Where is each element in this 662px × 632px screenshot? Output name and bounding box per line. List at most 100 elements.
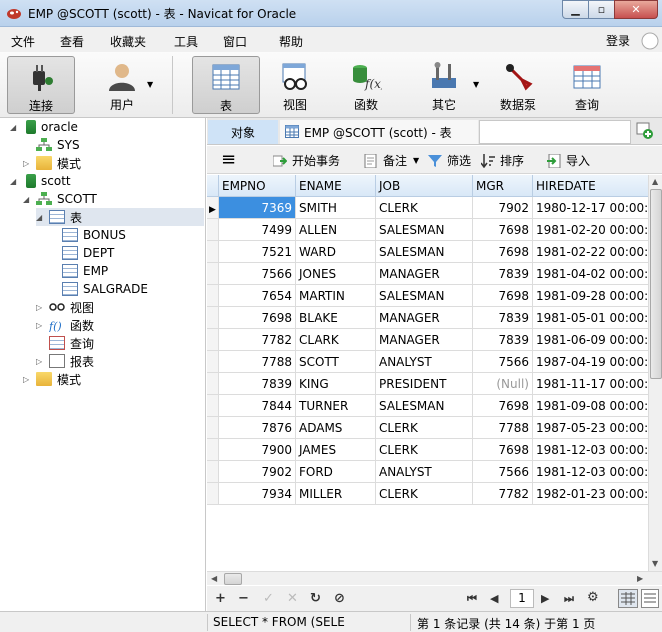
- menu-favorites[interactable]: 收藏夹: [110, 33, 146, 50]
- table-cell[interactable]: MANAGER: [376, 329, 473, 351]
- tree-node-queries[interactable]: 查询: [49, 334, 94, 352]
- table-cell[interactable]: 1980-12-17 00:00:0: [533, 197, 648, 219]
- refresh-button[interactable]: ↻: [310, 591, 321, 606]
- page-number-input[interactable]: 1: [510, 589, 534, 608]
- table-cell[interactable]: 7698: [473, 395, 533, 417]
- expand-arrow-icon[interactable]: ▷: [23, 375, 33, 384]
- stop-button[interactable]: ⊘: [334, 591, 345, 606]
- row-indicator[interactable]: [207, 395, 219, 417]
- tree-node-functions[interactable]: ▷ f() 函数: [36, 316, 94, 334]
- scroll-down-icon[interactable]: ▼: [652, 559, 658, 568]
- query-button[interactable]: 查询: [558, 56, 616, 114]
- table-row[interactable]: 7499 ALLEN SALESMAN 7698 1981-02-20 00:00:0: [207, 219, 648, 241]
- table-row[interactable]: 7521 WARD SALESMAN 7698 1981-02-22 00:00:0: [207, 241, 648, 263]
- table-row[interactable]: 7654 MARTIN SALESMAN 7698 1981-09-28 00:00:0: [207, 285, 648, 307]
- table-cell[interactable]: 1981-06-09 00:00:0: [533, 329, 648, 351]
- apply-changes-button[interactable]: ✓: [263, 591, 274, 606]
- menu-tools[interactable]: 工具: [174, 33, 198, 50]
- tree-item-bonus[interactable]: BONUS: [62, 226, 126, 244]
- first-page-button[interactable]: ⏮: [467, 592, 477, 606]
- prev-page-button[interactable]: ◀: [490, 592, 498, 605]
- table-row[interactable]: 7788 SCOTT ANALYST 7566 1987-04-19 00:00:0: [207, 351, 648, 373]
- horizontal-scrollbar[interactable]: ◀ ▶: [207, 571, 662, 585]
- column-header[interactable]: MGR: [473, 175, 533, 197]
- memo-dropdown-icon[interactable]: ▼: [413, 156, 419, 165]
- table-cell[interactable]: 7839: [473, 263, 533, 285]
- row-indicator[interactable]: [207, 417, 219, 439]
- memo-button[interactable]: 备注 ▼: [364, 152, 419, 169]
- table-cell[interactable]: 7566: [473, 461, 533, 483]
- table-row[interactable]: 7876 ADAMS CLERK 7788 1987-05-23 00:00:0: [207, 417, 648, 439]
- table-cell[interactable]: SALESMAN: [376, 241, 473, 263]
- table-cell[interactable]: 7839: [219, 373, 296, 395]
- menu-view[interactable]: 查看: [60, 33, 84, 50]
- row-indicator[interactable]: [207, 329, 219, 351]
- table-cell[interactable]: 1981-05-01 00:00:0: [533, 307, 648, 329]
- table-row[interactable]: ▶ 7369 SMITH CLERK 7902 1980-12-17 00:00:0: [207, 197, 648, 219]
- tab-objects[interactable]: 对象: [208, 120, 278, 144]
- table-cell[interactable]: 7788: [473, 417, 533, 439]
- sort-button[interactable]: 排序: [481, 152, 524, 169]
- close-button[interactable]: ✕: [614, 0, 658, 19]
- tree-item-emp[interactable]: EMP: [62, 262, 108, 280]
- table-row[interactable]: 7934 MILLER CLERK 7782 1982-01-23 00:00:0: [207, 483, 648, 505]
- table-row[interactable]: 7782 CLARK MANAGER 7839 1981-06-09 00:00:0: [207, 329, 648, 351]
- table-cell[interactable]: 7844: [219, 395, 296, 417]
- table-cell[interactable]: 7698: [219, 307, 296, 329]
- begin-transaction-button[interactable]: 开始事务: [273, 152, 340, 169]
- table-cell[interactable]: 7698: [473, 439, 533, 461]
- table-row[interactable]: 7839 KING PRESIDENT (Null) 1981-11-17 00:00:…: [207, 373, 648, 395]
- next-page-button[interactable]: ▶: [541, 592, 549, 605]
- table-cell[interactable]: PRESIDENT: [376, 373, 473, 395]
- table-cell[interactable]: JONES: [296, 263, 376, 285]
- table-cell[interactable]: ALLEN: [296, 219, 376, 241]
- scroll-right-icon[interactable]: ▶: [637, 574, 643, 583]
- table-cell[interactable]: ANALYST: [376, 461, 473, 483]
- table-cell[interactable]: SALESMAN: [376, 219, 473, 241]
- table-cell[interactable]: 1987-05-23 00:00:0: [533, 417, 648, 439]
- table-cell[interactable]: 7900: [219, 439, 296, 461]
- table-cell[interactable]: 1981-12-03 00:00:0: [533, 461, 648, 483]
- row-indicator[interactable]: [207, 307, 219, 329]
- table-cell[interactable]: SALESMAN: [376, 395, 473, 417]
- delete-record-button[interactable]: −: [238, 591, 249, 606]
- row-indicator[interactable]: [207, 439, 219, 461]
- connect-button[interactable]: 连接: [7, 56, 75, 114]
- vertical-scroll-thumb[interactable]: [650, 189, 662, 379]
- table-cell[interactable]: (Null): [473, 373, 533, 395]
- discard-changes-button[interactable]: ✕: [287, 591, 298, 606]
- tree-node-reports[interactable]: ▷ 报表: [36, 352, 94, 370]
- user-dropdown-icon[interactable]: ▼: [147, 80, 153, 89]
- table-cell[interactable]: SALESMAN: [376, 285, 473, 307]
- table-cell[interactable]: 7839: [473, 329, 533, 351]
- tree-node-oracle[interactable]: ◢ oracle: [10, 118, 78, 136]
- collapse-arrow-icon[interactable]: ◢: [23, 195, 33, 204]
- tree-node-views[interactable]: ▷ 视图: [36, 298, 94, 316]
- function-button[interactable]: f(x) 函数: [334, 56, 398, 114]
- last-page-button[interactable]: ⏭: [564, 592, 574, 606]
- table-cell[interactable]: 7698: [473, 285, 533, 307]
- table-row[interactable]: 7844 TURNER SALESMAN 7698 1981-09-08 00:00:0: [207, 395, 648, 417]
- datapump-button[interactable]: 数据泵: [489, 56, 547, 114]
- menu-help[interactable]: 帮助: [279, 33, 303, 50]
- vertical-scrollbar[interactable]: ▲ ▼: [648, 175, 662, 571]
- table-cell[interactable]: KING: [296, 373, 376, 395]
- row-indicator[interactable]: [207, 263, 219, 285]
- table-cell[interactable]: 1981-12-03 00:00:0: [533, 439, 648, 461]
- minimize-button[interactable]: ▁: [562, 0, 589, 19]
- row-indicator[interactable]: [207, 219, 219, 241]
- table-cell[interactable]: SMITH: [296, 197, 376, 219]
- tree-node-scott-user[interactable]: ◢ SCOTT: [23, 190, 97, 208]
- view-button[interactable]: 视图: [263, 56, 327, 114]
- object-search-input[interactable]: [479, 120, 631, 144]
- row-indicator[interactable]: [207, 461, 219, 483]
- expand-arrow-icon[interactable]: ▷: [23, 159, 33, 168]
- table-cell[interactable]: MANAGER: [376, 307, 473, 329]
- table-cell[interactable]: CLERK: [376, 417, 473, 439]
- table-cell[interactable]: 7839: [473, 307, 533, 329]
- table-cell[interactable]: 7782: [473, 483, 533, 505]
- table-cell[interactable]: WARD: [296, 241, 376, 263]
- row-indicator[interactable]: [207, 351, 219, 373]
- table-cell[interactable]: 1981-02-22 00:00:0: [533, 241, 648, 263]
- filter-button[interactable]: 筛选: [428, 152, 471, 169]
